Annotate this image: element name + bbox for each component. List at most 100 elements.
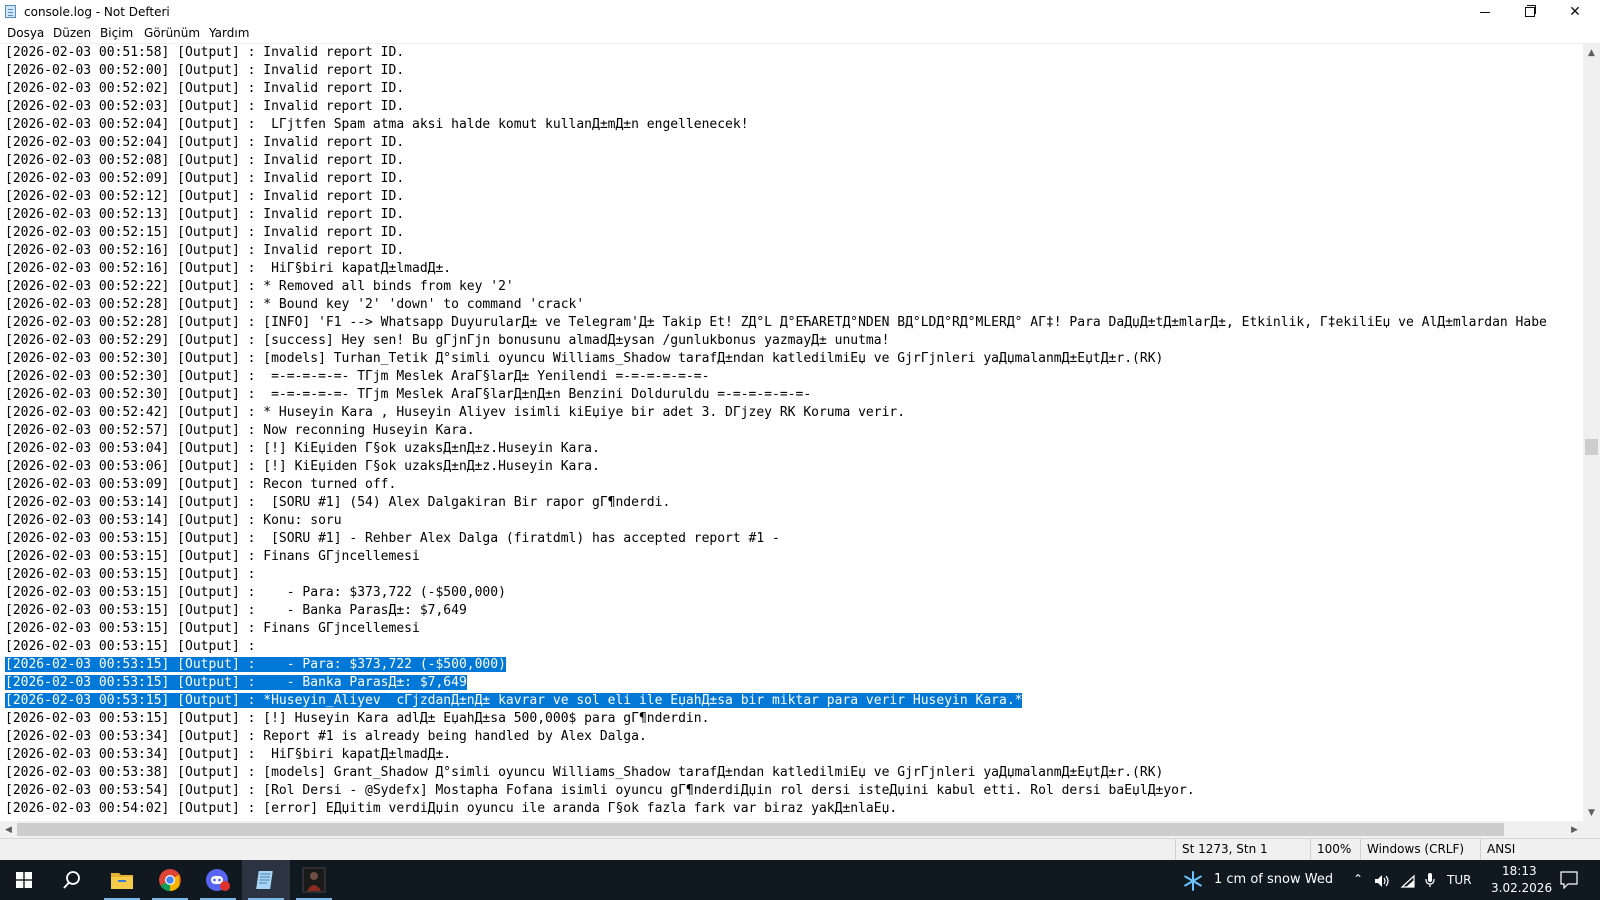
scroll-left-arrow-icon[interactable]: ◀ — [0, 821, 17, 838]
log-line: [2026-02-03 00:52:00] [Output] : Invalid… — [5, 62, 1547, 80]
scroll-up-arrow-icon[interactable]: ▲ — [1583, 44, 1600, 61]
discord-icon — [206, 869, 230, 891]
taskbar-game-app[interactable] — [290, 860, 338, 900]
log-line-text: [2026-02-03 00:53:15] [Output] : [SORU #… — [5, 531, 780, 546]
log-line: [2026-02-03 00:53:54] [Output] : [Rol De… — [5, 782, 1547, 800]
taskbar-notepad[interactable] — [242, 860, 290, 900]
log-line-text: [2026-02-03 00:53:34] [Output] : HiГ§bir… — [5, 747, 452, 762]
scroll-down-arrow-icon[interactable]: ▼ — [1583, 804, 1600, 821]
vertical-scroll-thumb[interactable] — [1585, 439, 1598, 455]
selected-text: [2026-02-03 00:53:15] [Output] : - Para:… — [5, 657, 506, 672]
restore-button[interactable] — [1507, 0, 1553, 24]
clock-time[interactable]: 18:13 — [1502, 864, 1537, 878]
log-line-text: [2026-02-03 00:52:09] [Output] : Invalid… — [5, 171, 405, 186]
status-cursor-position: St 1273, Stn 1 — [1175, 839, 1310, 860]
language-indicator[interactable]: TUR — [1447, 873, 1471, 887]
log-line: [2026-02-03 00:52:22] [Output] : * Remov… — [5, 278, 1547, 296]
clock-date[interactable]: 3.02.2026 — [1491, 881, 1552, 895]
taskbar-chrome[interactable] — [146, 860, 194, 900]
weather-widget[interactable] — [1182, 870, 1204, 896]
log-line: [2026-02-03 00:52:30] [Output] : =-=-=-=… — [5, 368, 1547, 386]
folder-icon — [111, 873, 133, 889]
title-bar[interactable]: console.log - Not Defteri ✕ — [0, 0, 1600, 24]
log-line: [2026-02-03 00:53:34] [Output] : Report … — [5, 728, 1547, 746]
menu-format[interactable]: Biçim — [100, 26, 133, 41]
log-line-text: [2026-02-03 00:53:15] [Output] : - Banka… — [5, 603, 467, 618]
start-button[interactable] — [0, 860, 48, 900]
status-zoom: 100% — [1310, 839, 1360, 860]
horizontal-scroll-thumb[interactable] — [17, 823, 1504, 836]
taskbar: 1 cm of snow Wed ⌃ TUR 18:13 3.02.2026 — [0, 860, 1600, 900]
log-line: [2026-02-03 00:53:15] [Output] : [!] Hus… — [5, 710, 1547, 728]
scrollbar-corner — [1583, 821, 1600, 838]
text-editor[interactable]: [2026-02-03 00:51:58] [Output] : Invalid… — [0, 44, 1583, 821]
log-line: [2026-02-03 00:52:03] [Output] : Invalid… — [5, 98, 1547, 116]
menu-edit[interactable]: Düzen — [53, 26, 91, 41]
log-line-text: [2026-02-03 00:53:14] [Output] : [SORU #… — [5, 495, 671, 510]
log-line-text: [2026-02-03 00:52:30] [Output] : =-=-=-=… — [5, 387, 812, 402]
log-line-text: [2026-02-03 00:52:28] [Output] : [INFO] … — [5, 315, 1547, 330]
log-line: [2026-02-03 00:53:38] [Output] : [models… — [5, 764, 1547, 782]
vertical-scrollbar[interactable]: ▲ ▼ — [1583, 44, 1600, 821]
log-line: [2026-02-03 00:52:57] [Output] : Now rec… — [5, 422, 1547, 440]
log-line-text: [2026-02-03 00:52:29] [Output] : [succes… — [5, 333, 890, 348]
chrome-icon — [159, 869, 181, 891]
search-button[interactable] — [48, 860, 96, 900]
log-line-text: [2026-02-03 00:53:15] [Output] : — [5, 567, 256, 582]
horizontal-scrollbar[interactable]: ◀ ▶ — [0, 821, 1583, 838]
taskbar-discord[interactable] — [194, 860, 242, 900]
log-line: [2026-02-03 00:53:14] [Output] : [SORU #… — [5, 494, 1547, 512]
log-line: [2026-02-03 00:52:29] [Output] : [succes… — [5, 332, 1547, 350]
close-icon: ✕ — [1569, 4, 1581, 20]
log-line-text: [2026-02-03 00:53:15] [Output] : [!] Hus… — [5, 711, 710, 726]
log-line-text: [2026-02-03 00:51:58] [Output] : Invalid… — [5, 45, 405, 60]
log-line-text: [2026-02-03 00:52:28] [Output] : * Bound… — [5, 297, 585, 312]
log-line-text: [2026-02-03 00:52:16] [Output] : HiГ§bir… — [5, 261, 452, 276]
log-line-text: [2026-02-03 00:52:00] [Output] : Invalid… — [5, 63, 405, 78]
log-line-text: [2026-02-03 00:53:14] [Output] : Konu: s… — [5, 513, 342, 528]
scroll-right-arrow-icon[interactable]: ▶ — [1566, 821, 1583, 838]
chevron-up-icon[interactable]: ⌃ — [1353, 872, 1363, 886]
log-line: [2026-02-03 00:53:09] [Output] : Recon t… — [5, 476, 1547, 494]
log-line-text: [2026-02-03 00:52:42] [Output] : * Husey… — [5, 405, 906, 420]
log-line: [2026-02-03 00:53:15] [Output] : — [5, 566, 1547, 584]
menu-view[interactable]: Görünüm — [144, 26, 200, 41]
log-line-text: [2026-02-03 00:53:15] [Output] : Finans … — [5, 549, 420, 564]
log-line: [2026-02-03 00:52:13] [Output] : Invalid… — [5, 206, 1547, 224]
search-icon — [63, 871, 80, 889]
log-line: [2026-02-03 00:52:30] [Output] : [models… — [5, 350, 1547, 368]
menu-help[interactable]: Yardım — [209, 26, 249, 41]
menu-file[interactable]: Dosya — [7, 26, 44, 41]
log-line: [2026-02-03 00:52:42] [Output] : * Husey… — [5, 404, 1547, 422]
log-line-selected: [2026-02-03 00:53:15] [Output] : - Para:… — [5, 656, 1547, 674]
volume-icon[interactable] — [1374, 873, 1390, 892]
log-line-text: [2026-02-03 00:52:03] [Output] : Invalid… — [5, 99, 405, 114]
log-line-text: [2026-02-03 00:53:15] [Output] : - Para:… — [5, 585, 506, 600]
log-line: [2026-02-03 00:53:15] [Output] : Finans … — [5, 620, 1547, 638]
log-line-selected: [2026-02-03 00:53:15] [Output] : - Banka… — [5, 674, 1547, 692]
log-line-selected: [2026-02-03 00:53:15] [Output] : *Huseyi… — [5, 692, 1547, 710]
log-line-text: [2026-02-03 00:52:02] [Output] : Invalid… — [5, 81, 405, 96]
log-line: [2026-02-03 00:52:08] [Output] : Invalid… — [5, 152, 1547, 170]
log-line: [2026-02-03 00:51:58] [Output] : Invalid… — [5, 44, 1547, 62]
weather-text[interactable]: 1 cm of snow Wed — [1214, 873, 1333, 887]
snowflake-icon — [1184, 871, 1202, 891]
window-title: console.log - Not Defteri — [24, 5, 170, 19]
log-line: [2026-02-03 00:52:16] [Output] : HiГ§bir… — [5, 260, 1547, 278]
log-line-text: [2026-02-03 00:52:04] [Output] : Invalid… — [5, 135, 405, 150]
log-line: [2026-02-03 00:53:15] [Output] : - Para:… — [5, 584, 1547, 602]
log-line: [2026-02-03 00:54:02] [Output] : [error]… — [5, 800, 1547, 818]
notepad-icon — [5, 5, 16, 18]
wifi-icon[interactable] — [1400, 873, 1416, 892]
status-line-ending: Windows (CRLF) — [1360, 839, 1480, 860]
status-encoding: ANSI — [1480, 839, 1600, 860]
restore-icon — [1525, 5, 1536, 17]
notifications-icon[interactable] — [1560, 871, 1578, 893]
minimize-button[interactable] — [1462, 0, 1508, 24]
windows-icon — [16, 872, 32, 888]
log-line: [2026-02-03 00:53:15] [Output] : — [5, 638, 1547, 656]
status-bar: St 1273, Stn 1 100% Windows (CRLF) ANSI — [0, 838, 1600, 860]
taskbar-file-explorer[interactable] — [98, 860, 146, 900]
close-button[interactable]: ✕ — [1552, 0, 1598, 24]
microphone-icon[interactable] — [1424, 872, 1436, 892]
